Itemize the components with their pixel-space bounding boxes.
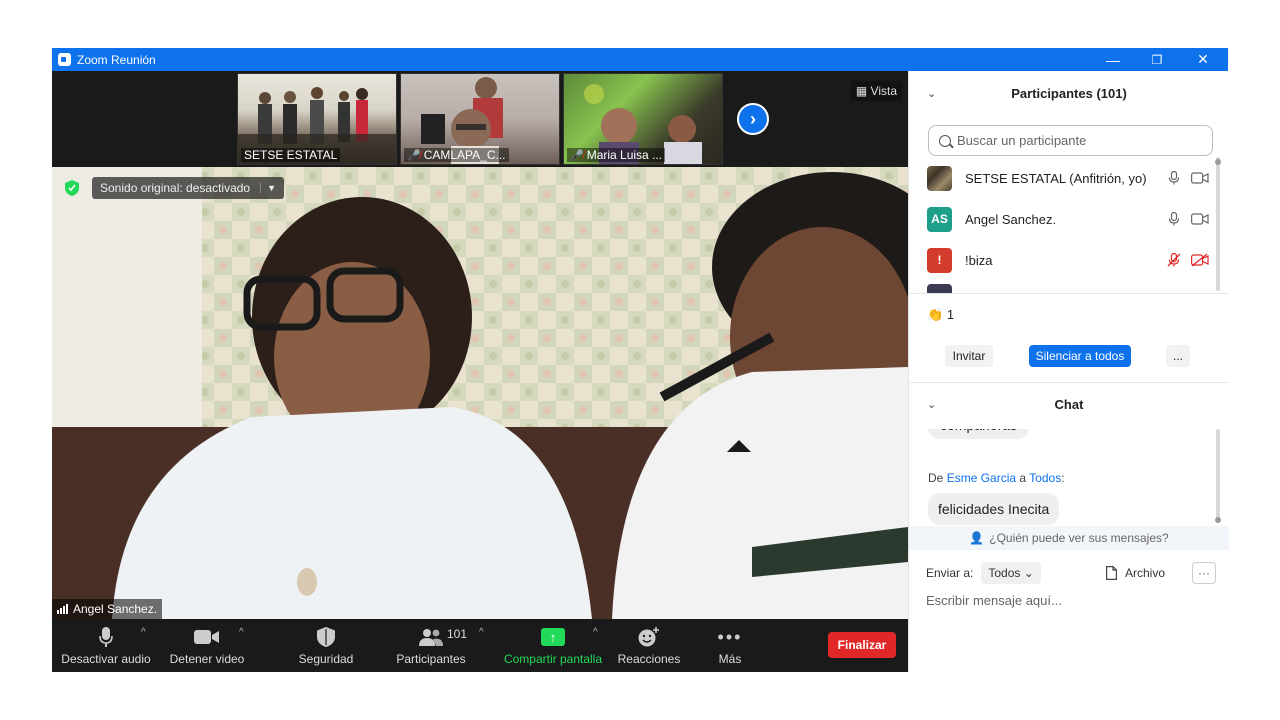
- chevron-down-icon[interactable]: ▼: [260, 183, 276, 193]
- avatar: AS: [927, 206, 952, 232]
- main-speaker-video: Sonido original: desactivado ▼ Angel San…: [52, 167, 908, 619]
- participants-header: ⌄ Participantes (101): [927, 85, 1127, 101]
- microphone-icon: [99, 626, 113, 648]
- muted-microphone-icon[interactable]: [1167, 253, 1181, 267]
- window-title: Zoom Reunión: [77, 52, 156, 67]
- mute-audio-button[interactable]: Desactivar audio: [60, 619, 152, 672]
- thumbnail-name: 🎤̸ CAMLAPA_C...: [404, 148, 509, 162]
- send-to-row: Enviar a: Todos ⌄ Archivo ···: [926, 561, 1216, 585]
- next-page-button[interactable]: ›: [737, 103, 769, 135]
- thumbnail-name: SETSE ESTATAL: [241, 148, 341, 162]
- search-icon: [939, 134, 951, 147]
- chat-header: ⌄ Chat: [927, 396, 1084, 412]
- signal-strength-icon: [57, 604, 68, 614]
- gallery-thumbnail[interactable]: SETSE ESTATAL: [237, 73, 397, 165]
- zoom-app-icon: [58, 53, 71, 66]
- gallery-thumbnail[interactable]: 🎤̸ CAMLAPA_C...: [400, 73, 560, 165]
- participants-more-button[interactable]: ...: [1166, 345, 1190, 367]
- share-options-caret-icon[interactable]: ^: [593, 627, 598, 638]
- muted-mic-icon: 🎤̸: [407, 150, 421, 162]
- scrollbar-thumb[interactable]: [1215, 517, 1221, 523]
- video-camera-icon[interactable]: [1191, 213, 1209, 225]
- chat-scrollbar[interactable]: [1216, 429, 1220, 523]
- avatar: !: [927, 247, 952, 273]
- participants-scrollbar[interactable]: [1216, 157, 1220, 291]
- muted-mic-icon: 🎤̸: [570, 150, 584, 162]
- meeting-toolbar: Desactivar audio ^ Detener video ^ Segur…: [52, 619, 908, 672]
- chat-message-bubble: compañeras: [928, 429, 1030, 439]
- stop-video-button[interactable]: Detener video: [164, 619, 250, 672]
- collapse-chevron-icon[interactable]: ⌄: [927, 87, 936, 100]
- recipient-name[interactable]: Todos: [1029, 471, 1061, 485]
- thumbnail-name: 🎤̸ Maria Luisa ...: [567, 148, 666, 162]
- invite-button[interactable]: Invitar: [945, 345, 993, 367]
- person-lock-icon: 👤: [969, 531, 985, 545]
- title-bar: Zoom Reunión — ❐ ✕: [52, 48, 1228, 71]
- security-shield-icon: [317, 626, 335, 648]
- video-camera-icon[interactable]: [1191, 172, 1209, 184]
- add-reaction-icon: [638, 626, 660, 648]
- participant-list: SETSE ESTATAL (Anfitrión, yo) AS Angel S…: [909, 159, 1229, 293]
- file-button[interactable]: Archivo: [1106, 566, 1165, 580]
- participants-caret-icon[interactable]: ^: [479, 627, 484, 638]
- participant-row[interactable]: ! !biza: [927, 243, 1209, 277]
- more-button[interactable]: ••• Más: [704, 619, 756, 672]
- zoom-window: Zoom Reunión — ❐ ✕ SETSE ESTATAL 🎤̸ CAML…: [52, 48, 1229, 672]
- microphone-icon[interactable]: [1167, 171, 1181, 185]
- security-button[interactable]: Seguridad: [290, 619, 362, 672]
- chevron-down-icon: ⌄: [1023, 566, 1034, 580]
- share-arrow-icon: ↑: [541, 628, 565, 646]
- grid-icon: ▦: [855, 84, 871, 98]
- chat-message-sender: De Esme Garcia a Todos:: [928, 471, 1065, 485]
- participants-icon: [419, 626, 443, 648]
- divider: [909, 293, 1229, 294]
- reactions-button[interactable]: Reacciones: [616, 619, 682, 672]
- scrollbar-thumb[interactable]: [1215, 159, 1221, 165]
- chat-message-bubble: felicidades Inecita: [928, 493, 1060, 525]
- chat-more-button[interactable]: ···: [1192, 562, 1216, 584]
- divider: [909, 382, 1229, 383]
- participants-count: 101: [447, 627, 468, 641]
- video-area: SETSE ESTATAL 🎤̸ CAMLAPA_C... 🎤̸ Maria Lu: [52, 71, 908, 619]
- side-panel: ⌄ Participantes (101) Buscar un particip…: [908, 71, 1229, 672]
- clapping-hands-icon: 👏: [927, 307, 944, 322]
- video-camera-icon: [194, 626, 220, 648]
- participant-row[interactable]: AS Angel Sanchez.: [927, 202, 1209, 236]
- chat-message-input[interactable]: Escribir mensaje aquí...: [926, 593, 1062, 608]
- who-can-see-messages-link[interactable]: 👤 ¿Quién puede ver sus mensajes?: [909, 526, 1229, 550]
- microphone-icon[interactable]: [1167, 212, 1181, 226]
- audio-options-caret-icon[interactable]: ^: [141, 627, 146, 638]
- gallery-thumbnail[interactable]: 🎤̸ Maria Luisa ...: [563, 73, 723, 165]
- mute-all-button[interactable]: Silenciar a todos: [1029, 345, 1131, 367]
- avatar: [927, 165, 952, 191]
- file-icon: [1106, 566, 1117, 580]
- close-button[interactable]: ✕: [1180, 48, 1226, 71]
- video-options-caret-icon[interactable]: ^: [239, 627, 244, 638]
- restore-button[interactable]: ❐: [1134, 48, 1180, 71]
- speaker-video-image: [52, 167, 908, 619]
- reaction-summary: 👏 1: [927, 307, 955, 322]
- video-off-icon[interactable]: [1191, 253, 1209, 267]
- original-sound-toggle[interactable]: Sonido original: desactivado ▼: [92, 177, 285, 199]
- share-screen-button[interactable]: ↑ Compartir pantalla: [501, 619, 605, 672]
- send-to-dropdown[interactable]: Todos ⌄: [981, 562, 1041, 584]
- more-dots-icon: •••: [717, 626, 743, 647]
- chat-messages: compañeras De Esme Garcia a Todos: felic…: [909, 429, 1229, 529]
- collapse-chevron-icon[interactable]: ⌄: [927, 398, 936, 411]
- view-button[interactable]: ▦ Vista: [850, 81, 902, 101]
- encryption-shield-icon[interactable]: [65, 180, 79, 196]
- avatar: [927, 284, 952, 293]
- participant-row[interactable]: SETSE ESTATAL (Anfitrión, yo): [927, 161, 1209, 195]
- minimize-button[interactable]: —: [1090, 48, 1136, 71]
- speaker-name-label: Angel Sanchez.: [52, 599, 163, 619]
- participant-search-input[interactable]: Buscar un participante: [928, 125, 1213, 156]
- sender-name[interactable]: Esme Garcia: [947, 471, 1016, 485]
- end-meeting-button[interactable]: Finalizar: [828, 632, 896, 658]
